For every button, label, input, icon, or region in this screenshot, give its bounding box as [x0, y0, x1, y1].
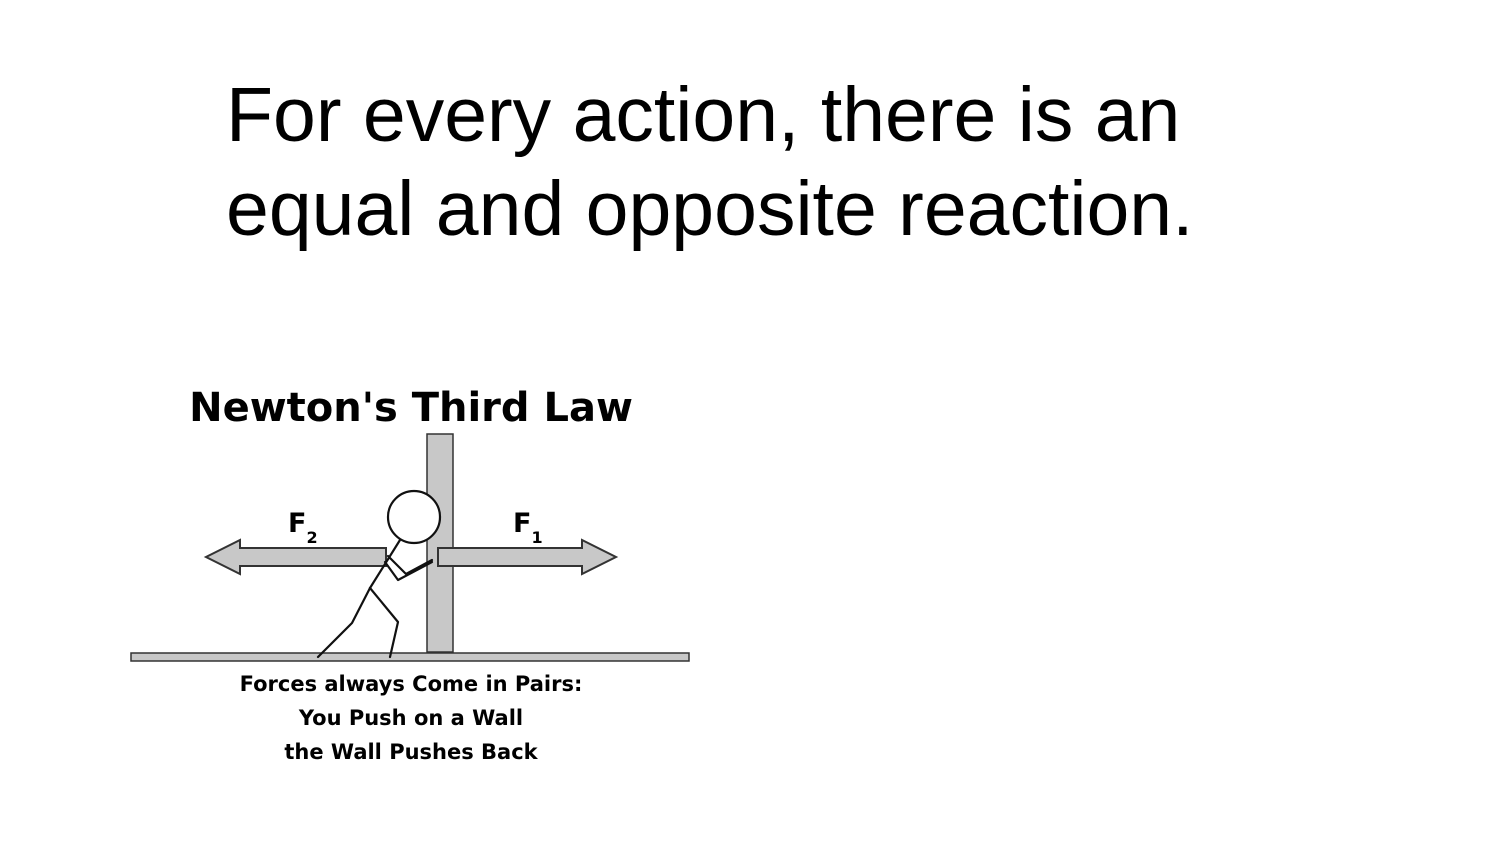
force-label-f2: F2 [288, 508, 318, 547]
force-label-f1-letter: F [513, 508, 531, 539]
wall [426, 433, 454, 653]
caption-line-2: You Push on a Wall [298, 706, 523, 730]
force-label-f1-subscript: 1 [531, 528, 542, 547]
caption-line-3: the Wall Pushes Back [284, 740, 538, 764]
force-arrow-right [437, 538, 619, 576]
floor [130, 652, 690, 662]
slide-title-line-2: equal and opposite reaction. [226, 166, 1194, 252]
stick-figure [316, 489, 442, 659]
stick-figure-head [386, 489, 442, 545]
force-label-f2-subscript: 2 [306, 528, 317, 547]
slide-title: For every action, there is an equal and … [226, 68, 1326, 256]
force-label-f2-letter: F [288, 508, 306, 539]
caption-line-1: Forces always Come in Pairs: [240, 672, 583, 696]
newtons-third-law-figure: Newton's Third Law F2 F1 Forces always C… [120, 370, 700, 780]
diagram-title: Newton's Third Law [189, 385, 633, 431]
diagram-svg: Newton's Third Law F2 F1 Forces always C… [130, 385, 690, 764]
stick-figure-leg-front [368, 586, 400, 659]
stick-figure-leg-back [316, 586, 372, 659]
force-arrow-left [203, 538, 387, 576]
slide-title-line-1: For every action, there is an [226, 72, 1181, 158]
force-label-f1: F1 [513, 508, 543, 547]
